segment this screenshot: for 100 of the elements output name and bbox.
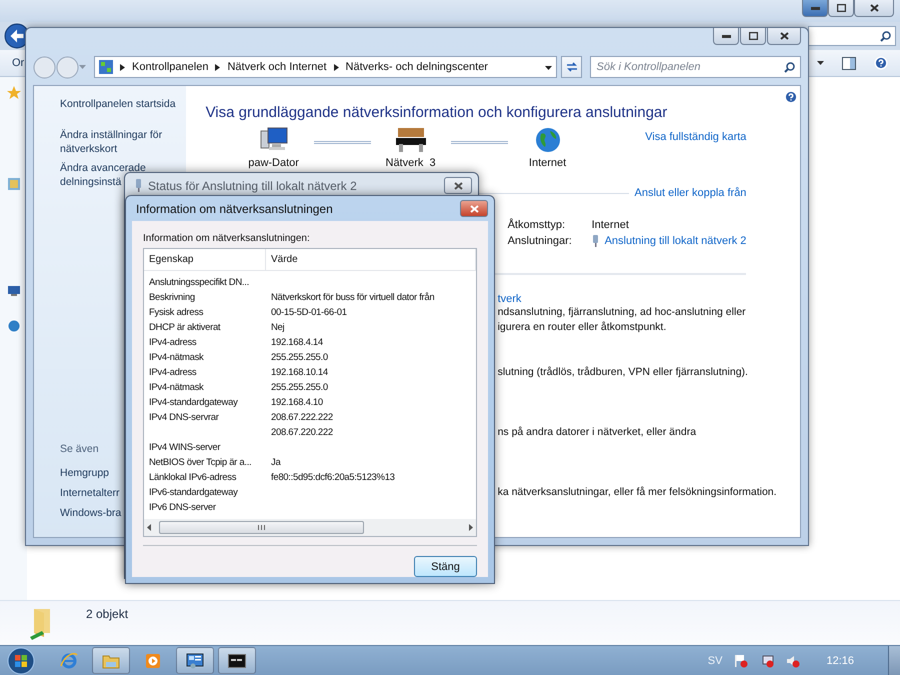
task-description: ns på andra datorer i nätverket, eller ändra: [498, 425, 698, 440]
column-header[interactable]: Egenskap: [144, 249, 266, 270]
dialog-title: Information om nätverksanslutningen: [136, 202, 333, 216]
scroll-right-icon: [469, 524, 473, 531]
help-icon[interactable]: [874, 56, 888, 70]
sidebar-link[interactable]: Kontrollpanelen startsida: [60, 97, 176, 111]
scroll-left-icon: [147, 524, 151, 531]
table-cell-text: IPv6-standardgateway: [148, 487, 239, 498]
list-label: Information om nätverksanslutningen:: [143, 233, 311, 244]
table-cell-text: Fysisk adress: [148, 307, 204, 318]
column-header[interactable]: Värde: [266, 249, 476, 270]
table-cell-text: 208.67.222.222: [270, 412, 334, 423]
close-button[interactable]: [460, 200, 488, 217]
horizontal-scrollbar[interactable]: [144, 519, 476, 536]
speaker-error-icon[interactable]: [786, 654, 800, 668]
close-button[interactable]: [854, 0, 894, 17]
info-label: Åtkomsttyp:: [508, 219, 566, 231]
breadcrumb-item[interactable]: Nätverks- och delningscenter: [346, 61, 488, 73]
table-cell-text: IPv6 DNS-server: [148, 502, 217, 513]
minimize-icon: [722, 34, 730, 38]
search-field[interactable]: Sök i Kontrollpanelen: [590, 56, 801, 78]
table-cell-text: 192.168.4.14: [270, 337, 324, 348]
taskbar-button[interactable]: [218, 647, 256, 674]
full-map-link[interactable]: Visa fullständig karta: [645, 131, 746, 143]
folder-icon: [102, 652, 120, 668]
table-cell-text: Anslutningsspecifikt DN...: [148, 277, 250, 288]
grip-icon: [258, 525, 265, 530]
control-panel-icon: [186, 652, 204, 668]
table-cell-text: Nätverkskort för buss för virtuell dator från: [270, 292, 436, 303]
breadcrumb-item[interactable]: Kontrollpanelen: [132, 61, 208, 73]
node-label: Internet: [528, 157, 566, 169]
table-cell-text: Ja: [270, 457, 282, 468]
task-description: ndsanslutning, fjärranslutning, ad hoc-anslutning eller: [498, 305, 747, 320]
page-heading: Visa grundläggande nätverksinformation och konfigurera anslutningar: [206, 104, 668, 121]
table-cell-text: NetBIOS över Tcpip är a...: [148, 457, 252, 468]
restore-button[interactable]: [828, 0, 854, 17]
toolbar-menu[interactable]: Or: [12, 57, 24, 69]
close-icon: [454, 182, 462, 190]
taskbar-button[interactable]: [176, 647, 214, 674]
table-cell-text: 00-15-5D-01-66-01: [270, 307, 348, 318]
table-cell-text: IPv4-nätmask: [148, 352, 205, 363]
task-link[interactable]: tverk: [498, 293, 522, 305]
show-desktop-button[interactable]: [888, 646, 900, 675]
table-cell-text: 192.168.10.14: [270, 367, 329, 378]
scrollbar-thumb[interactable]: [159, 521, 364, 534]
start-button[interactable]: [6, 646, 36, 674]
info-value: Internet: [592, 219, 630, 231]
close-icon: [870, 4, 878, 12]
refresh-button[interactable]: [560, 56, 582, 78]
task-description: ka nätverksanslutningar, eller få mer felsökningsinformation.: [498, 485, 778, 500]
table-cell-text: IPv4-nätmask: [148, 382, 205, 393]
preview-pane-icon[interactable]: [842, 56, 856, 70]
table-cell-text: IPv4 DNS-servrar: [148, 412, 220, 423]
control-panel-icon: [99, 60, 113, 74]
table-cell-text: 192.168.4.10: [270, 397, 324, 408]
computer-icon: [260, 127, 288, 153]
close-dialog-button[interactable]: Stäng: [414, 556, 477, 577]
info-label: Anslutningar:: [508, 235, 573, 247]
terminal-icon: [228, 654, 246, 668]
network-error-icon[interactable]: [760, 654, 774, 668]
flag-error-icon[interactable]: [734, 654, 748, 668]
sidebar-link[interactable]: Ändra avancerade delningsinstä: [60, 161, 146, 189]
table-cell-text: Beskrivning: [148, 292, 196, 303]
caret-icon[interactable]: [817, 61, 824, 65]
table-cell-text: Nej: [270, 322, 286, 333]
dialog-title: Status för Anslutning till lokalt nätverk 2: [148, 178, 357, 192]
maximize-icon: [836, 4, 846, 12]
minimize-button[interactable]: [802, 0, 828, 17]
maximize-button[interactable]: [740, 28, 766, 45]
table-cell-text: 208.67.220.222: [270, 427, 334, 438]
caret-icon[interactable]: [544, 66, 552, 70]
minimize-button[interactable]: [713, 28, 739, 45]
sidebar-link[interactable]: Windows-bra: [60, 507, 122, 519]
maximize-icon: [748, 32, 758, 40]
table-cell-text: IPv4-standardgateway: [148, 397, 239, 408]
close-icon: [780, 32, 788, 40]
play-icon: [145, 652, 161, 668]
breadcrumb-arrow-icon: [334, 64, 339, 70]
table-cell-text: 255.255.255.0: [270, 352, 329, 363]
sidebar-link[interactable]: Hemgrupp: [60, 467, 110, 479]
address-bar[interactable]: Kontrollpanelen Nätverk och Internet Nätverks- och delningscenter: [94, 56, 557, 78]
plug-icon: [135, 179, 142, 192]
minimize-icon: [810, 6, 820, 10]
sidebar-link[interactable]: Internetalterr: [60, 487, 120, 499]
search-field[interactable]: [808, 26, 896, 46]
close-button[interactable]: [444, 177, 472, 194]
close-button[interactable]: [767, 28, 801, 45]
table-cell-text: IPv4-adress: [148, 367, 198, 378]
connect-link[interactable]: Anslut eller koppla från: [634, 187, 746, 199]
sidebar-link[interactable]: Ändra inställningar för nätverkskort: [60, 128, 162, 156]
table-cell-text: DHCP är aktiverat: [148, 322, 222, 333]
close-icon: [470, 204, 478, 212]
browser-icon: [60, 652, 78, 670]
table-cell-text: IPv4 WINS-server: [148, 442, 222, 453]
connection-link[interactable]: Anslutning till lokalt nätverk 2: [604, 235, 746, 247]
breadcrumb-item[interactable]: Nätverk och Internet: [227, 61, 327, 73]
section-title: Se även: [60, 443, 99, 455]
bench-icon: [394, 127, 427, 153]
globe-icon: [534, 127, 561, 153]
help-icon[interactable]: [784, 90, 798, 104]
